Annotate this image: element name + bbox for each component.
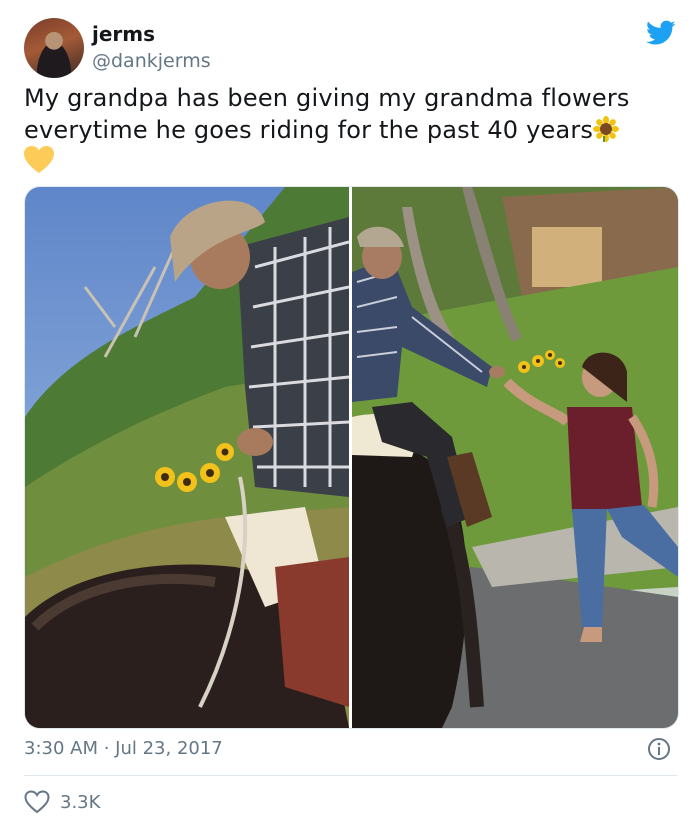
tweet-text: My grandpa has been giving my grandma fl… <box>24 82 674 178</box>
twitter-bird-icon[interactable] <box>646 20 676 46</box>
sunflower-icon <box>593 116 620 142</box>
display-name[interactable]: jerms <box>92 22 155 46</box>
photo-grandpa-on-horse[interactable] <box>25 187 349 728</box>
avatar[interactable] <box>24 18 84 78</box>
yellow-heart-icon <box>24 146 54 173</box>
like-action[interactable]: 3.3K <box>24 790 100 814</box>
divider <box>24 775 677 776</box>
like-count: 3.3K <box>60 791 101 813</box>
info-icon[interactable] <box>647 737 671 761</box>
tweet-timestamp[interactable]: 3:30 AM · Jul 23, 2017 <box>24 738 223 759</box>
tweet-body: My grandpa has been giving my grandma fl… <box>24 84 630 144</box>
heart-icon[interactable] <box>24 790 50 814</box>
user-handle[interactable]: @dankjerms <box>92 50 211 72</box>
photo-grandpa-giving-flowers[interactable] <box>352 187 678 728</box>
tweet-media[interactable] <box>24 186 679 729</box>
